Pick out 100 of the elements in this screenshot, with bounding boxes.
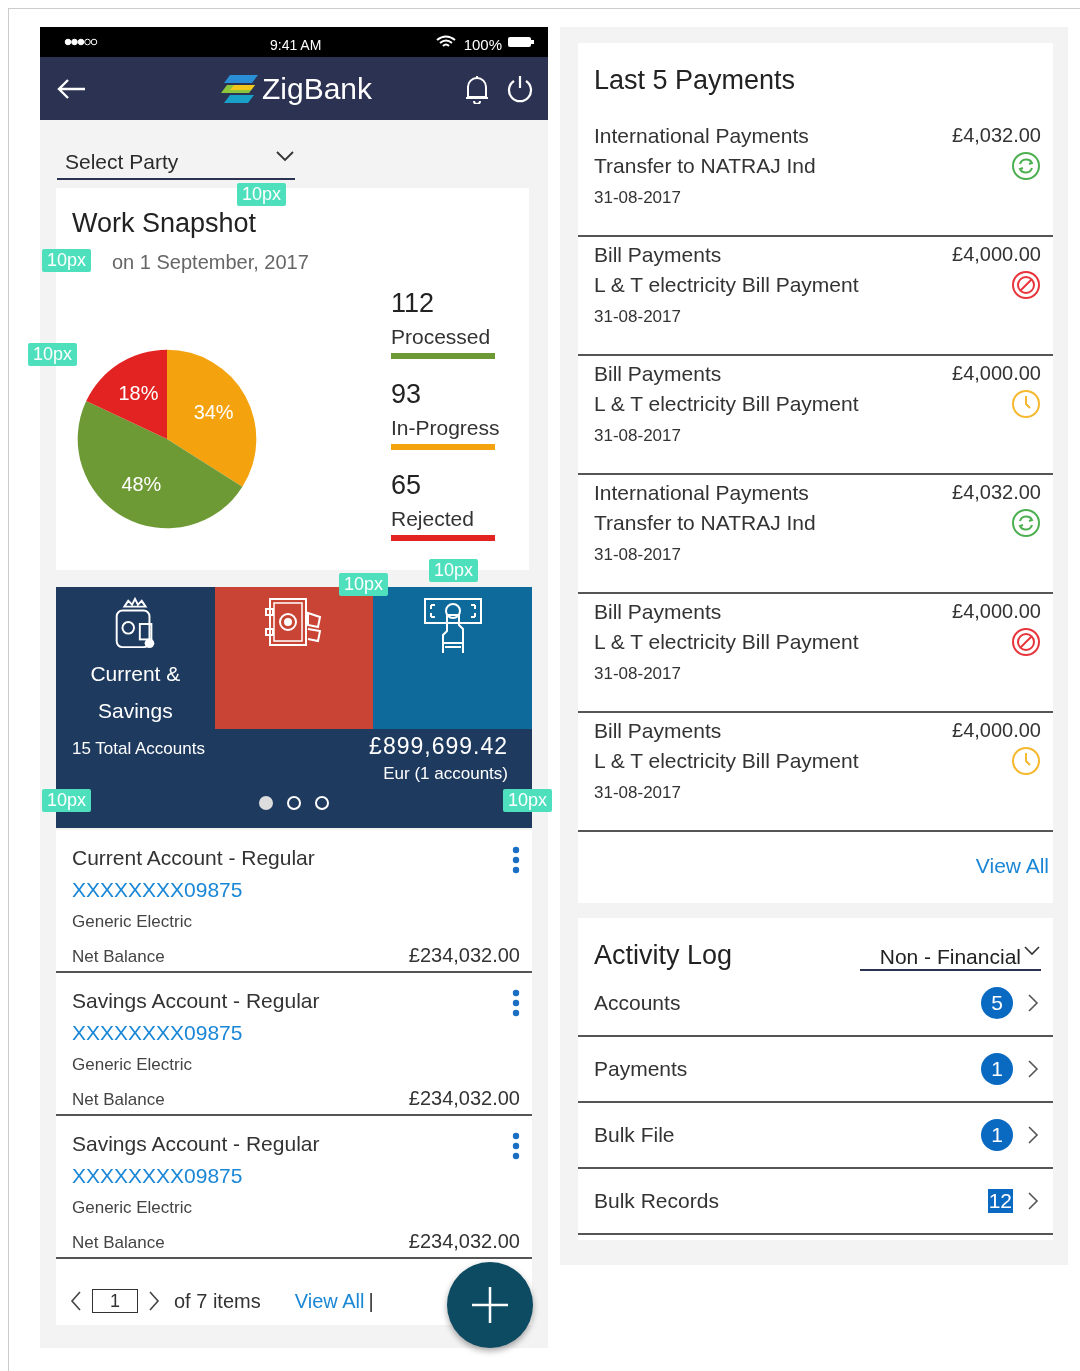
total-accounts: 15 Total Accounts	[72, 739, 205, 760]
chevron-right-icon[interactable]	[148, 1290, 160, 1312]
chevron-down-icon	[275, 150, 295, 162]
logo-icon	[220, 72, 260, 105]
count-badge: 5	[981, 987, 1013, 1019]
activity-label: Accounts	[594, 991, 681, 1015]
view-all-link[interactable]: View All	[294, 1289, 365, 1313]
more-options-icon[interactable]	[512, 989, 520, 1017]
payment-description: Transfer to NATRAJ Ind	[594, 511, 816, 535]
count-badge: 1	[981, 1053, 1013, 1085]
slice-label: 34%	[193, 401, 234, 424]
activity-row[interactable]: Accounts 5	[578, 971, 1053, 1037]
payment-amount: £4,000.00	[952, 362, 1041, 385]
page-dot[interactable]	[259, 796, 273, 810]
safe-icon	[264, 597, 324, 649]
activity-row[interactable]: Payments 1	[578, 1037, 1053, 1103]
spacing-annotation: 10px	[503, 789, 553, 812]
balance-amount: £234,032.00	[408, 1087, 520, 1110]
battery-level: 100%	[463, 35, 502, 53]
payment-category: International Payments	[594, 124, 810, 148]
tile-label: Current & Savings	[89, 661, 182, 724]
activity-row[interactable]: Bulk File 1	[578, 1103, 1053, 1169]
payment-amount: £4,000.00	[952, 719, 1041, 742]
banknote-hand-icon	[422, 597, 483, 655]
more-options-icon[interactable]	[512, 1132, 520, 1160]
balance-amount: £234,032.00	[408, 944, 520, 967]
balance-label: Net Balance	[72, 1233, 165, 1253]
payment-amount: £4,000.00	[952, 600, 1041, 623]
payment-description: L & T electricity Bill Payment	[594, 273, 859, 297]
clock-icon	[1011, 389, 1041, 419]
payment-category: International Payments	[594, 481, 810, 505]
refresh-circle-icon	[1011, 508, 1041, 538]
activity-label: Bulk Records	[594, 1189, 719, 1213]
clock-icon	[1011, 746, 1041, 776]
view-all-link[interactable]: View All	[975, 854, 1049, 878]
snapshot-title: Work Snapshot	[72, 208, 258, 239]
payment-category: Bill Payments	[594, 600, 723, 624]
chevron-down-icon	[1023, 945, 1041, 956]
payment-row[interactable]: Bill Payments L & T electricity Bill Payment 31-08-2017 £4,000.00	[578, 594, 1053, 713]
stat-value: 112	[391, 288, 435, 319]
plus-icon	[470, 1285, 510, 1325]
company-name: Generic Electric	[72, 1198, 193, 1218]
activity-label: Bulk File	[594, 1123, 675, 1147]
payment-date: 31-08-2017	[594, 426, 682, 446]
spacing-annotation: 10px	[237, 183, 287, 206]
payment-category: Bill Payments	[594, 719, 723, 743]
battery-icon	[508, 37, 534, 47]
spacing-annotation: 10px	[429, 559, 479, 582]
company-name: Generic Electric	[72, 1055, 193, 1075]
bell-icon[interactable]	[464, 73, 490, 104]
payment-row[interactable]: Bill Payments L & T electricity Bill Payment 31-08-2017 £4,000.00	[578, 713, 1053, 832]
account-number-link[interactable]: XXXXXXXX09875	[72, 1164, 520, 1188]
payment-row[interactable]: International Payments Transfer to NATRAJ Ind 31-08-2017 £4,032.00	[578, 475, 1053, 594]
payment-amount: £4,032.00	[952, 481, 1041, 504]
chevron-right-icon	[1027, 1125, 1039, 1145]
wifi-icon	[435, 35, 456, 49]
payment-date: 31-08-2017	[594, 188, 682, 208]
payment-description: L & T electricity Bill Payment	[594, 392, 859, 416]
page-count: of 7 items	[174, 1289, 261, 1313]
payment-category: Bill Payments	[594, 362, 723, 386]
spacing-annotation: 10px	[28, 343, 78, 366]
status-time: 9:41 AM	[270, 36, 322, 53]
payment-date: 31-08-2017	[594, 783, 682, 803]
activity-row[interactable]: Bulk Records 12	[578, 1169, 1053, 1235]
slice-label: 48%	[121, 473, 162, 496]
activity-log-title: Activity Log	[594, 940, 733, 971]
back-arrow-icon[interactable]	[56, 77, 86, 100]
snapshot-date: on 1 September, 2017	[112, 251, 310, 274]
page-field[interactable]: 1	[92, 1289, 138, 1313]
refresh-circle-icon	[1011, 151, 1041, 181]
blocked-icon	[1011, 270, 1041, 300]
stat-value: 65	[391, 470, 422, 501]
stat-value: 93	[391, 379, 422, 410]
currency-note: Eur (1 accounts)	[383, 764, 508, 784]
account-number-link[interactable]: XXXXXXXX09875	[72, 878, 520, 902]
chevron-left-icon[interactable]	[70, 1290, 82, 1312]
account-name: Savings Account - Regular	[72, 989, 320, 1013]
account-name: Current Account - Regular	[72, 846, 315, 870]
payment-description: L & T electricity Bill Payment	[594, 630, 859, 654]
account-number-link[interactable]: XXXXXXXX09875	[72, 1021, 520, 1045]
party-dropdown[interactable]: Select Party	[57, 150, 295, 180]
activity-label: Payments	[594, 1057, 688, 1081]
payment-row[interactable]: International Payments Transfer to NATRAJ Ind 31-08-2017 £4,032.00	[578, 118, 1053, 237]
total-balance: £899,699.42	[369, 733, 508, 760]
slice-label: 18%	[118, 381, 159, 404]
balance-label: Net Balance	[72, 947, 165, 967]
payment-category: Bill Payments	[594, 243, 723, 267]
filter-dropdown[interactable]: Non - Financial	[859, 945, 1041, 971]
signal-icon	[64, 38, 98, 46]
more-options-icon[interactable]	[512, 846, 520, 874]
power-icon[interactable]	[506, 73, 534, 104]
spacing-annotation: 10px	[42, 249, 92, 272]
blocked-icon	[1011, 627, 1041, 657]
payment-date: 31-08-2017	[594, 664, 682, 684]
brand-name: ZigBank	[262, 71, 373, 106]
payment-row[interactable]: Bill Payments L & T electricity Bill Payment 31-08-2017 £4,000.00	[578, 237, 1053, 356]
chevron-right-icon	[1027, 993, 1039, 1013]
balance-label: Net Balance	[72, 1090, 165, 1110]
payment-amount: £4,032.00	[952, 124, 1041, 147]
payment-row[interactable]: Bill Payments L & T electricity Bill Payment 31-08-2017 £4,000.00	[578, 356, 1053, 475]
